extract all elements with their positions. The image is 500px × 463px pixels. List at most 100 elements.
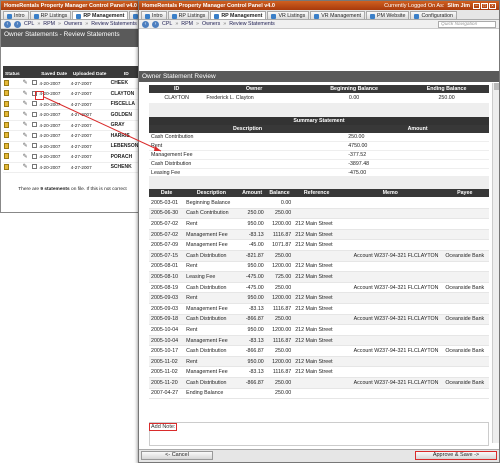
back-arrow-icon[interactable]: ‹: [4, 20, 11, 28]
scrollbar[interactable]: [492, 83, 499, 443]
saved-date: 4-20-2007: [38, 120, 70, 131]
back-arrow-icon[interactable]: ‹: [142, 20, 149, 28]
document-icon[interactable]: [4, 121, 9, 128]
pencil-icon[interactable]: ✎: [23, 143, 29, 149]
approve-save-button[interactable]: Approve & Save ->: [415, 451, 497, 460]
checkbox[interactable]: [31, 132, 37, 138]
status-cell: [3, 120, 22, 131]
tx-balance: 250.00: [265, 377, 294, 389]
breadcrumb-owners[interactable]: Owners: [202, 21, 220, 27]
maximize-icon[interactable]: □: [481, 2, 488, 9]
table-row[interactable]: ✎ 4-20-2007 4-27-2007 HARRIS: [3, 130, 143, 142]
tab-icon: [414, 13, 420, 19]
tx-date: 2005-07-02: [149, 229, 185, 241]
close-icon[interactable]: ×: [489, 2, 496, 9]
tx-col-amount: Amount: [238, 189, 266, 198]
summary-description: Leasing Fee: [149, 168, 347, 178]
table-row[interactable]: ✎ 4-20-2007 4-27-2007 FISCELLA: [3, 99, 143, 110]
owner-col-beginning-balance: Beginning Balance: [303, 85, 405, 93]
tab-pm-website[interactable]: PM Website: [365, 11, 410, 19]
tx-balance: 1071.87: [265, 239, 294, 251]
document-icon[interactable]: [4, 90, 9, 97]
tab-icon: [33, 13, 39, 19]
checkbox[interactable]: [31, 164, 37, 170]
tab-rp-listings[interactable]: RP Listings: [167, 11, 210, 19]
forward-arrow-icon[interactable]: ›: [152, 20, 159, 28]
pencil-icon[interactable]: ✎: [23, 80, 29, 86]
document-icon[interactable]: [4, 111, 9, 118]
forward-arrow-icon[interactable]: ›: [14, 20, 21, 28]
table-row[interactable]: ✎ 4-20-2007 4-27-2007 LEBENSON: [3, 141, 143, 152]
document-icon[interactable]: [4, 163, 9, 170]
tx-amount: [238, 197, 266, 209]
pencil-icon[interactable]: ✎: [23, 91, 29, 97]
tab-icon: [171, 13, 177, 19]
tab-intro[interactable]: Intro: [3, 11, 29, 19]
add-note-label[interactable]: Add Note:: [149, 423, 178, 431]
select-cell: [30, 141, 39, 152]
breadcrumb-cpl[interactable]: CPL: [24, 21, 34, 27]
checkbox[interactable]: [31, 111, 37, 117]
tab-rp-management[interactable]: RP Management: [72, 11, 129, 19]
checkbox[interactable]: [31, 80, 37, 85]
table-row[interactable]: ✎ 4-20-2007 4-27-2007 CHEEK: [3, 78, 143, 89]
pencil-icon[interactable]: ✎: [23, 112, 29, 118]
checkbox[interactable]: [31, 122, 37, 128]
pencil-icon[interactable]: ✎: [23, 101, 29, 107]
pencil-icon[interactable]: ✎: [23, 122, 29, 128]
tab-intro[interactable]: Intro: [141, 11, 167, 19]
status-cell: [3, 162, 22, 173]
status-cell: [3, 109, 22, 121]
status-cell: [3, 88, 22, 100]
note-textarea[interactable]: [149, 422, 489, 446]
tx-date: 2005-08-01: [149, 261, 185, 273]
pencil-icon[interactable]: ✎: [23, 164, 29, 170]
tx-payee: Oceanside Bank: [440, 345, 489, 357]
document-icon[interactable]: [4, 132, 9, 139]
breadcrumb-rpm[interactable]: RPM: [43, 21, 55, 27]
tab-configuration[interactable]: Configuration: [410, 11, 457, 19]
breadcrumb-rpm[interactable]: RPM: [181, 21, 193, 27]
tab-vr-listings[interactable]: VR Listings: [267, 11, 310, 19]
tx-description: Cash Distribution: [184, 314, 239, 326]
status-cell: [3, 130, 22, 142]
tx-payee: [440, 229, 489, 241]
tab-rp-management[interactable]: RP Management: [210, 11, 267, 19]
document-icon[interactable]: [4, 100, 9, 107]
tab-label: VR Listings: [278, 13, 306, 19]
tx-payee: [440, 208, 489, 220]
breadcrumb-owners[interactable]: Owners: [64, 21, 82, 27]
table-row[interactable]: ✎ 4-20-2007 4-27-2007 PORACH: [3, 151, 143, 163]
checkbox[interactable]: [31, 101, 37, 107]
breadcrumb-review-statements[interactable]: Review Statements: [229, 21, 275, 27]
breadcrumb-cpl[interactable]: CPL: [162, 21, 172, 27]
cancel-button[interactable]: <- Cancel: [141, 451, 213, 460]
table-row[interactable]: ✎ 4-20-2007 4-27-2007 GOLDEN: [3, 109, 143, 121]
table-row: 2005-07-09 Management Fee -45.00 1071.87 212…: [149, 239, 489, 251]
table-row[interactable]: ✎ 4-20-2007 4-27-2007 CLAYTON: [3, 88, 143, 100]
table-row[interactable]: ✎ 4-20-2007 4-27-2007 SCHENK: [3, 162, 143, 173]
breadcrumb: ‹ › CPL» RPM» Owners» Review Statements: [1, 20, 144, 29]
document-icon[interactable]: [4, 153, 9, 160]
breadcrumb-review-statements[interactable]: Review Statements: [91, 21, 137, 27]
document-icon[interactable]: [4, 79, 9, 86]
tx-balance: 1116.87: [265, 335, 294, 347]
pencil-icon[interactable]: ✎: [23, 154, 29, 160]
tab-vr-management[interactable]: VR Management: [310, 11, 365, 19]
tx-balance: 250.00: [265, 282, 294, 294]
tx-balance: 250.00: [265, 388, 294, 400]
tx-date: 2005-10-17: [149, 345, 185, 357]
tab-rp-listings[interactable]: RP Listings: [29, 11, 72, 19]
pencil-icon[interactable]: ✎: [23, 133, 29, 139]
quick-navigation-input[interactable]: Quick Navigation: [438, 20, 496, 28]
status-cell: [3, 141, 22, 152]
checkbox[interactable]: [31, 153, 37, 159]
owner-col-ending-balance: Ending Balance: [404, 85, 489, 93]
scroll-up-icon[interactable]: [493, 83, 499, 90]
select-cell: [30, 162, 39, 173]
breadcrumb: ‹ › CPL» RPM» Owners» Review Statements Qui…: [139, 20, 499, 29]
document-icon[interactable]: [4, 142, 9, 149]
checkbox[interactable]: [31, 143, 37, 149]
table-row[interactable]: ✎ 4-20-2007 4-27-2007 GRAY: [3, 120, 143, 131]
minimize-icon[interactable]: –: [473, 2, 480, 9]
